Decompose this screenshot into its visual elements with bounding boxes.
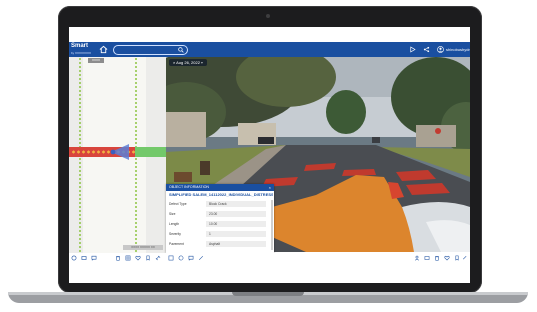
search-icon[interactable] xyxy=(178,47,184,53)
comment-icon[interactable] xyxy=(188,255,194,261)
object-title: SIMPLIFIED SALEM_14112022_INDIVIDUAL_DIS… xyxy=(169,192,273,197)
link-icon[interactable] xyxy=(155,255,161,261)
heart-icon[interactable] xyxy=(444,255,450,261)
imagery-date: Aug 26, 2022 xyxy=(176,60,200,65)
home-icon[interactable] xyxy=(99,45,108,54)
image-icon[interactable] xyxy=(81,255,87,261)
heart-icon[interactable] xyxy=(135,255,141,261)
app-header: Smart by XXXXXXXX shinobushydro xyxy=(69,42,470,57)
user-marker-icon[interactable] xyxy=(414,255,420,261)
property-name: Defect Type xyxy=(169,202,187,206)
road-label: XXXX xyxy=(88,58,105,63)
panel-scrollbar[interactable] xyxy=(271,200,273,250)
property-name: Severity xyxy=(169,232,181,236)
property-value: 23.00 xyxy=(206,211,266,217)
play-icon[interactable] xyxy=(409,46,416,53)
grid-icon[interactable] xyxy=(168,255,174,261)
share-icon[interactable] xyxy=(423,46,430,53)
app-window: Smart by XXXXXXXX shinobushydro XXXX XXX… xyxy=(69,27,470,283)
property-row: Size 23.00 xyxy=(169,210,269,218)
link-icon[interactable] xyxy=(462,255,468,261)
user-icon[interactable] xyxy=(437,46,444,53)
screen-top-strip xyxy=(69,27,470,42)
property-row: Severity 1 xyxy=(169,230,269,238)
property-value: 1 xyxy=(206,231,266,237)
object-info-panel: OBJECT INFORMATION × SIMPLIFIED SALEM_14… xyxy=(166,184,274,253)
imagery-date-selector[interactable]: ⌕ Aug 26, 2022 ▾ xyxy=(169,59,207,66)
chevron-down-icon: ▾ xyxy=(199,60,203,65)
property-name: Size xyxy=(169,212,176,216)
map-scale-bar: XXXX XXXXX XX xyxy=(123,245,163,250)
search-input[interactable] xyxy=(118,46,176,54)
property-value: 10.00 xyxy=(206,221,266,227)
bookmark-icon[interactable] xyxy=(145,255,151,261)
grid-icon[interactable] xyxy=(125,255,131,261)
search-box[interactable] xyxy=(113,45,188,55)
brand-tagline: by XXXXXXXX xyxy=(71,51,92,55)
close-icon[interactable]: × xyxy=(269,184,271,191)
layers-icon[interactable] xyxy=(71,255,77,261)
map-panel[interactable]: XXXX XXXX XXXXX XX xyxy=(69,57,166,253)
property-row: Defect Type Block Crack xyxy=(169,200,269,208)
user-name[interactable]: shinobushydro xyxy=(446,46,470,53)
object-info-heading: OBJECT INFORMATION xyxy=(169,185,209,189)
property-row: Pavement Asphalt xyxy=(169,240,269,248)
camera-view-cone-icon xyxy=(110,144,129,160)
image-icon[interactable] xyxy=(424,255,430,261)
brand-logo[interactable]: Smart xyxy=(71,43,88,50)
distress-segment-green[interactable] xyxy=(135,147,166,157)
property-name: Length xyxy=(169,222,180,226)
measure-icon[interactable] xyxy=(198,255,204,261)
trash-icon[interactable] xyxy=(434,255,440,261)
viewer-toolbar xyxy=(166,253,470,263)
bookmark-icon[interactable] xyxy=(454,255,460,261)
trash-icon[interactable] xyxy=(115,255,121,261)
object-info-header: OBJECT INFORMATION × xyxy=(166,184,274,191)
layers-icon[interactable] xyxy=(178,255,184,261)
comment-icon[interactable] xyxy=(91,255,97,261)
property-value: Block Crack xyxy=(206,201,266,207)
property-row: Length 10.00 xyxy=(169,220,269,228)
property-value: Asphalt xyxy=(206,241,266,247)
property-name: Pavement xyxy=(169,242,184,246)
laptop-notch xyxy=(232,292,304,296)
webcam-dot xyxy=(266,14,270,18)
map-toolbar xyxy=(69,253,166,263)
